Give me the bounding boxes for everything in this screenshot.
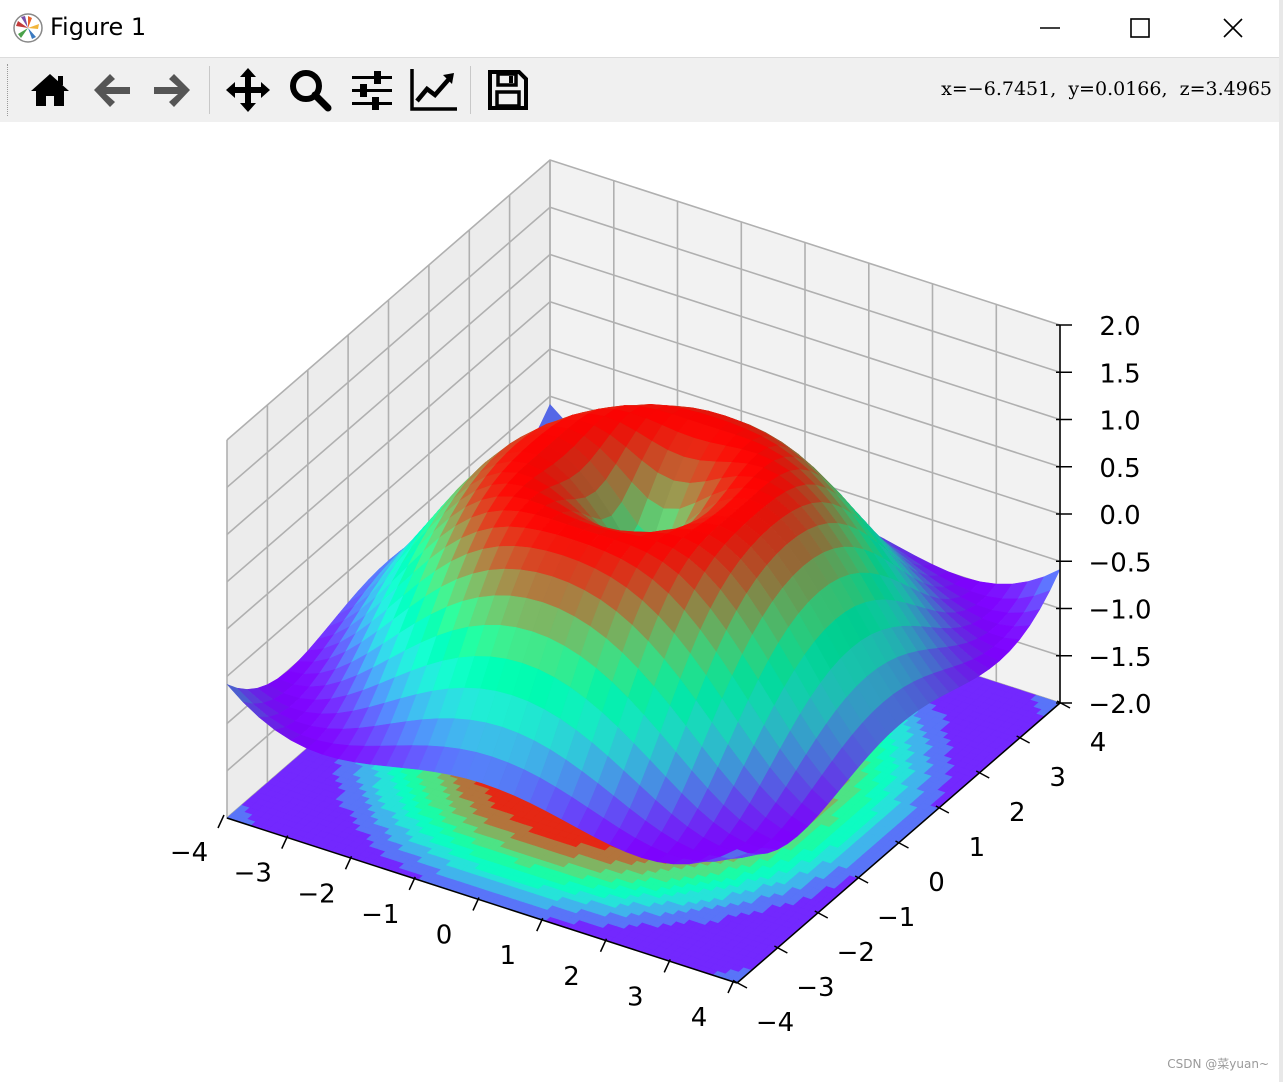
navigation-toolbar: x=−6.7451, y=0.0166, z=3.4965 xyxy=(0,57,1280,123)
maximize-icon xyxy=(1130,18,1150,38)
pan-button[interactable] xyxy=(222,64,274,116)
figure-canvas[interactable]: −4 −3 −2 −1 0 1 2 3 4 −4 −3 −2 −1 0 1 2 3 4 2.0 1.5 1.0 0.5 0.… xyxy=(0,122,1283,1082)
home-button[interactable] xyxy=(24,64,76,116)
window-titlebar: Figure 1 xyxy=(0,0,1283,56)
home-icon xyxy=(31,74,69,106)
back-button[interactable] xyxy=(86,64,138,116)
surface-plot[interactable]: −4−3−2−101234 −4−3−2−1012342.01.51.00.50.… xyxy=(0,122,1283,1082)
axes-button[interactable] xyxy=(408,64,460,116)
search-icon xyxy=(290,70,332,112)
sliders-icon xyxy=(352,71,392,110)
forward-button[interactable] xyxy=(146,64,198,116)
arrow-left-icon xyxy=(94,74,130,107)
cursor-coordinates: x=−6.7451, y=0.0166, z=3.4965 xyxy=(941,78,1272,100)
toolbar-separator xyxy=(209,66,210,114)
save-button[interactable] xyxy=(482,64,534,116)
matplotlib-logo-icon xyxy=(13,13,43,43)
close-icon xyxy=(1223,18,1243,38)
minimize-icon xyxy=(1040,27,1060,29)
maximize-button[interactable] xyxy=(1095,0,1185,56)
zoom-button[interactable] xyxy=(284,64,336,116)
minimize-button[interactable] xyxy=(1005,0,1095,56)
close-button[interactable] xyxy=(1188,0,1278,56)
window-title: Figure 1 xyxy=(50,13,147,41)
toolbar-separator xyxy=(470,66,471,114)
move-icon xyxy=(226,68,270,112)
save-icon xyxy=(488,70,528,110)
chart-line-icon xyxy=(410,69,457,111)
subplots-button[interactable] xyxy=(346,64,398,116)
toolbar-grip[interactable] xyxy=(7,64,11,116)
arrow-right-icon xyxy=(154,74,190,107)
